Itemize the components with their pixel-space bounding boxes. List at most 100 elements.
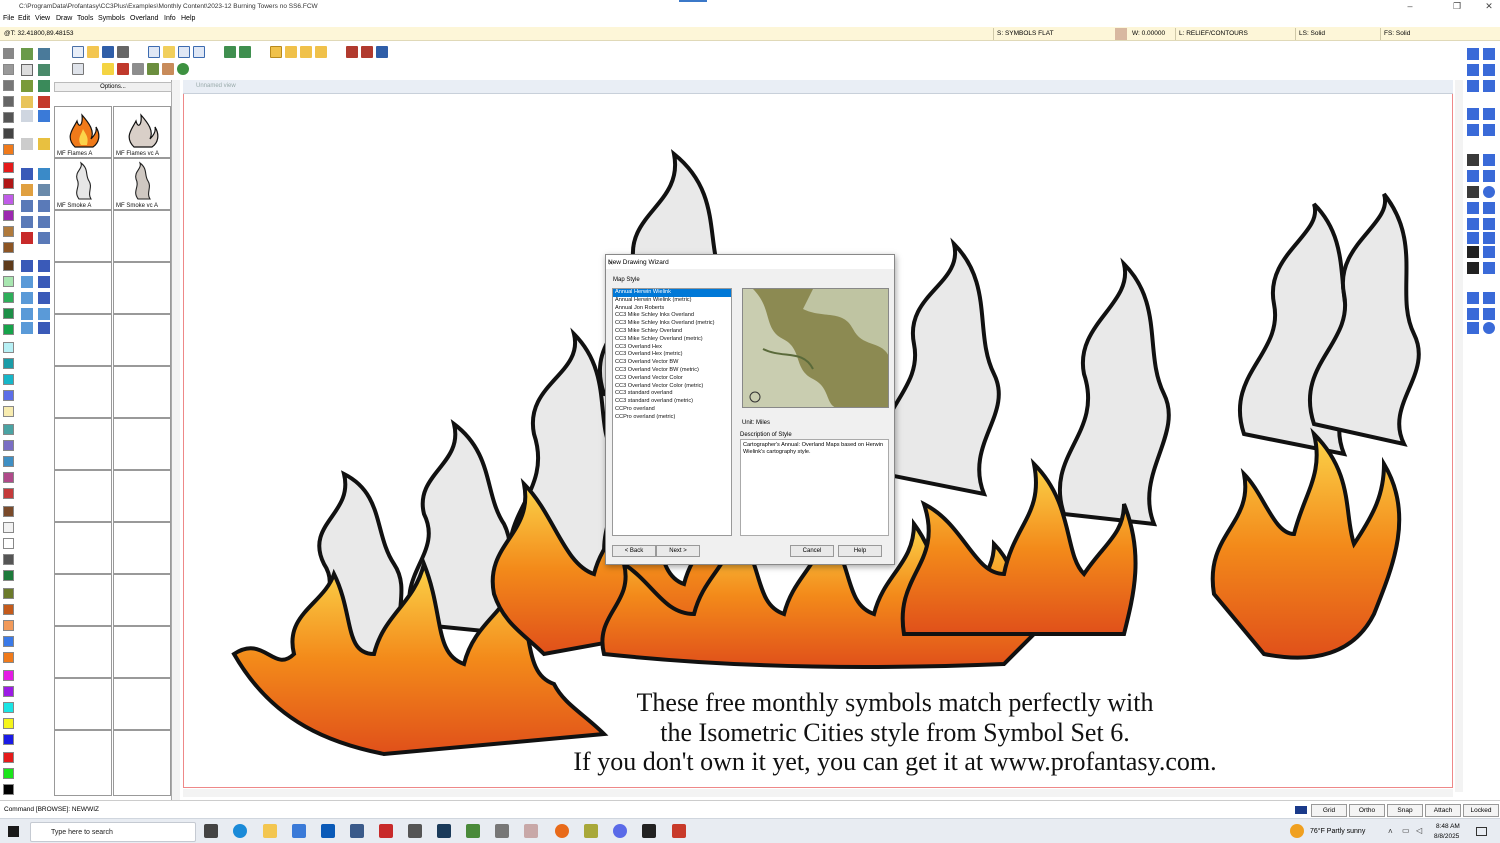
text-icon[interactable] [1467,262,1479,274]
clock-date[interactable]: 8/8/2025 [1434,833,1459,840]
maximize-button[interactable]: ❐ [1452,1,1462,12]
color-swatch[interactable] [3,80,14,91]
line-icon[interactable] [1467,154,1479,166]
star-icon[interactable] [1483,232,1495,244]
empty-cell[interactable] [113,678,171,730]
symbol-icon[interactable] [1483,246,1495,258]
offset-icon[interactable] [21,308,33,320]
back-button[interactable]: < Back [612,545,656,557]
map-style-list[interactable]: Annual Herwin Wielink Annual Herwin Wiel… [612,288,732,536]
weather-text[interactable]: 76°F Partly sunny [1310,828,1365,835]
color-swatch[interactable] [3,260,14,271]
style-item[interactable]: CC3 standard overland (metric) [613,398,731,406]
grid-icon[interactable] [21,64,33,76]
cut-icon[interactable] [300,46,312,58]
symbol-cell[interactable]: MF Flames A [54,106,112,158]
hourglass-icon[interactable] [21,138,33,150]
edge-icon[interactable] [233,824,247,838]
app-icon[interactable] [642,824,656,838]
clock-time[interactable]: 8:48 AM [1436,823,1460,830]
catalog-options-button[interactable]: Options... [54,82,172,92]
color-swatch[interactable] [3,374,14,385]
folder-icon[interactable] [163,46,175,58]
menu-info[interactable]: Info [164,15,176,22]
notification-icon[interactable] [1476,827,1487,836]
spline-icon[interactable] [1467,218,1479,230]
color-swatch[interactable] [3,194,14,205]
filter-icon[interactable] [21,110,33,122]
file-explorer-icon[interactable] [263,824,277,838]
color-swatch[interactable] [3,456,14,467]
fillet-icon[interactable] [21,292,33,304]
style-item[interactable]: CC3 Overland Vector Color [613,375,731,383]
array-icon[interactable] [38,308,50,320]
eraser-icon[interactable] [21,232,33,244]
copy-icon[interactable] [270,46,282,58]
color-swatch[interactable] [3,440,14,451]
copy-layer-icon[interactable] [1467,108,1479,120]
undo-icon[interactable] [224,46,236,58]
mountain-icon[interactable] [132,63,144,75]
snap-button[interactable]: Snap [1387,804,1423,817]
align-icon[interactable] [38,292,50,304]
help-button[interactable]: Help [838,545,882,557]
style-item[interactable]: CCPro overland [613,406,731,414]
steam-icon[interactable] [437,824,451,838]
color-swatch[interactable] [3,308,14,319]
catalog-scrollbar[interactable] [172,80,180,800]
app-icon[interactable] [524,824,538,838]
cross-icon[interactable] [1483,292,1495,304]
color-swatch[interactable] [3,210,14,221]
color-swatch[interactable] [3,554,14,565]
symbol-cell[interactable]: MF Smoke A [54,158,112,210]
empty-cell[interactable] [54,210,112,262]
copy-icon[interactable] [21,200,33,212]
ortho-button[interactable]: Ortho [1349,804,1385,817]
hatch-icon[interactable] [21,96,33,108]
pencil-icon[interactable] [102,63,114,75]
book-icon[interactable] [346,46,358,58]
color-swatch[interactable] [3,734,14,745]
break-icon[interactable] [38,260,50,272]
zoom-previous-icon[interactable] [1483,80,1495,92]
color-swatch[interactable] [3,652,14,663]
color-swatch[interactable] [3,588,14,599]
rotate-icon[interactable] [38,216,50,228]
color-swatch[interactable] [3,686,14,697]
paste-icon[interactable] [285,46,297,58]
hat-icon[interactable] [117,63,129,75]
color-swatch[interactable] [3,48,14,59]
color-swatch[interactable] [3,226,14,237]
empty-cell[interactable] [54,574,112,626]
empty-cell[interactable] [113,522,171,574]
open-folder-icon[interactable] [87,46,99,58]
color-swatch[interactable] [3,752,14,763]
color-swatch[interactable] [3,424,14,435]
taskbar-search[interactable]: Type here to search [30,822,196,842]
style-item[interactable]: Annual Herwin Wielink [613,289,731,297]
color-swatch[interactable] [3,570,14,581]
discord-icon[interactable] [613,824,627,838]
empty-cell[interactable] [54,470,112,522]
minimize-button[interactable]: – [1405,1,1415,11]
target-icon[interactable] [1483,322,1495,334]
fill-style-field[interactable]: FS: Solid [1384,30,1410,37]
empty-cell[interactable] [54,626,112,678]
color-swatch[interactable] [3,342,14,353]
layer-field[interactable]: L: RELIEF/CONTOURS [1179,30,1248,37]
tools-icon[interactable] [38,96,50,108]
locked-button[interactable]: Locked [1463,804,1499,817]
mirror-icon[interactable] [38,232,50,244]
line-style-field[interactable]: LS: Solid [1299,30,1325,37]
empty-cell[interactable] [113,366,171,418]
move-icon[interactable] [38,200,50,212]
pencil-icon[interactable] [21,184,33,196]
empty-cell[interactable] [113,626,171,678]
eyedropper-icon[interactable] [38,168,50,180]
cross-icon[interactable] [38,322,50,334]
help-book-icon[interactable] [376,46,388,58]
empty-cell[interactable] [113,470,171,522]
number-icon[interactable] [1467,246,1479,258]
rectangle-icon[interactable] [1483,154,1495,166]
menu-help[interactable]: Help [181,15,195,22]
